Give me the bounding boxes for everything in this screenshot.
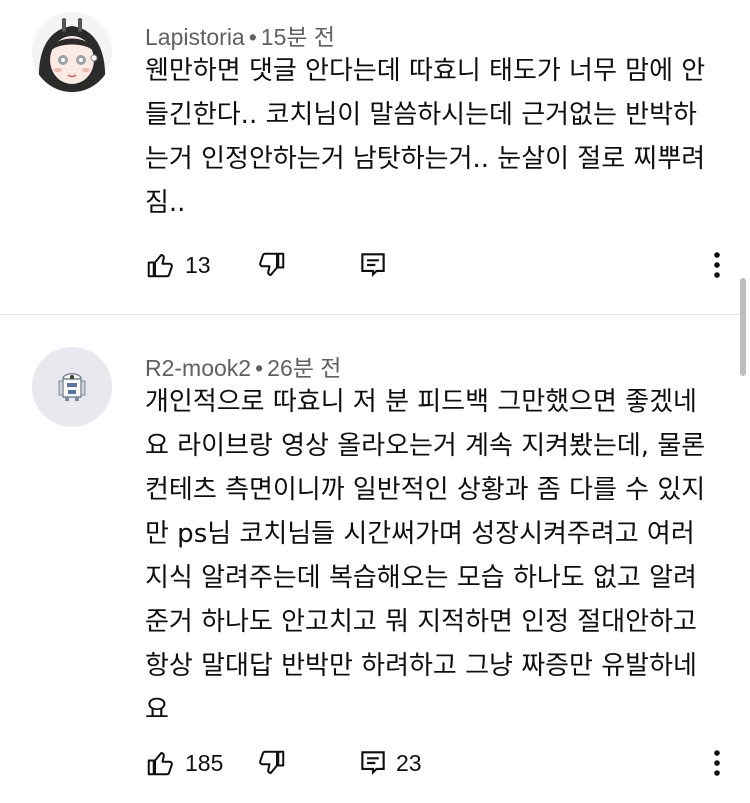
more-vertical-icon [714, 252, 720, 278]
comment-line: 항상 말대답 반박만 하려하고 그냥 짜증만 유발하네 [145, 651, 697, 681]
comment-text: 웬만하면 댓글 안다는데 따효니 태도가 너무 맘에 안 들긴한다.. 코치님이… [145, 49, 710, 225]
comment-time: 26분 전 [267, 355, 342, 381]
like-count: 185 [185, 749, 224, 776]
reply-icon [361, 253, 385, 278]
thumbs-up-icon [147, 254, 173, 278]
avatar[interactable] [32, 347, 112, 427]
robot-avatar-icon [32, 347, 112, 427]
dislike-button[interactable] [257, 745, 287, 781]
comment-line: 짐.. [145, 188, 186, 218]
like-count: 13 [185, 251, 211, 278]
meta-separator: • [248, 24, 257, 50]
comment-actions: 13 [145, 247, 750, 283]
comment-line: 웬만하면 댓글 안다는데 따효니 태도가 너무 맘에 안 [145, 56, 706, 86]
comment-meta: R2-mook2 • 26분 전 [145, 349, 341, 383]
like-button[interactable]: 13 [145, 247, 211, 283]
comment-line: 만 ps님 코치님들 시간써가며 성장시켜주려고 여러 [145, 519, 695, 549]
thumbs-up-icon [147, 752, 173, 776]
anime-girl-avatar-icon [32, 12, 112, 92]
author-name[interactable]: Lapistoria [145, 24, 245, 50]
comment-line: 지식 알려주는데 복습해오는 모습 하나도 없고 알려 [145, 563, 697, 593]
meta-separator: • [255, 355, 264, 381]
more-vertical-icon [714, 750, 720, 776]
comment-line: 컨테츠 측면이니까 일반적인 상황과 좀 다를 수 있지 [145, 475, 706, 505]
comment-line: 요 [145, 695, 169, 725]
comment-meta: Lapistoria • 15분 전 [145, 18, 335, 52]
reply-count: 23 [396, 749, 422, 776]
dislike-button[interactable] [257, 247, 287, 283]
thumbs-down-icon [259, 252, 285, 276]
reply-button[interactable]: 23 [360, 745, 422, 781]
thumbs-down-icon [259, 750, 285, 774]
comment-time: 15분 전 [260, 24, 336, 50]
reply-icon [361, 751, 385, 776]
comment-text: 개인적으로 따효니 저 분 피드백 그만했으면 좋겠네 요 라이브랑 영상 올라… [145, 380, 710, 732]
avatar[interactable] [32, 12, 112, 92]
comment-line: 는거 인정안하는거 남탓하는거.. 눈살이 절로 찌뿌려 [145, 144, 706, 174]
more-options-button[interactable] [710, 747, 724, 779]
like-button[interactable]: 185 [145, 745, 223, 781]
comment-actions: 185 23 [145, 745, 750, 781]
more-options-button[interactable] [710, 249, 724, 281]
author-name[interactable]: R2-mook2 [145, 355, 251, 381]
comment-line: 요 라이브랑 영상 올라오는거 계속 지켜봤는데, 물론 [145, 431, 706, 461]
comment-line: 준거 하나도 안고치고 뭐 지적하면 인정 절대안하고 [145, 607, 697, 637]
comment-line: 들긴한다.. 코치님이 말씀하시는데 근거없는 반박하 [145, 100, 697, 130]
comment-divider [0, 314, 740, 315]
comment-line: 개인적으로 따효니 저 분 피드백 그만했으면 좋겠네 [145, 387, 697, 417]
reply-button[interactable] [360, 247, 396, 283]
scrollbar[interactable] [740, 278, 746, 376]
